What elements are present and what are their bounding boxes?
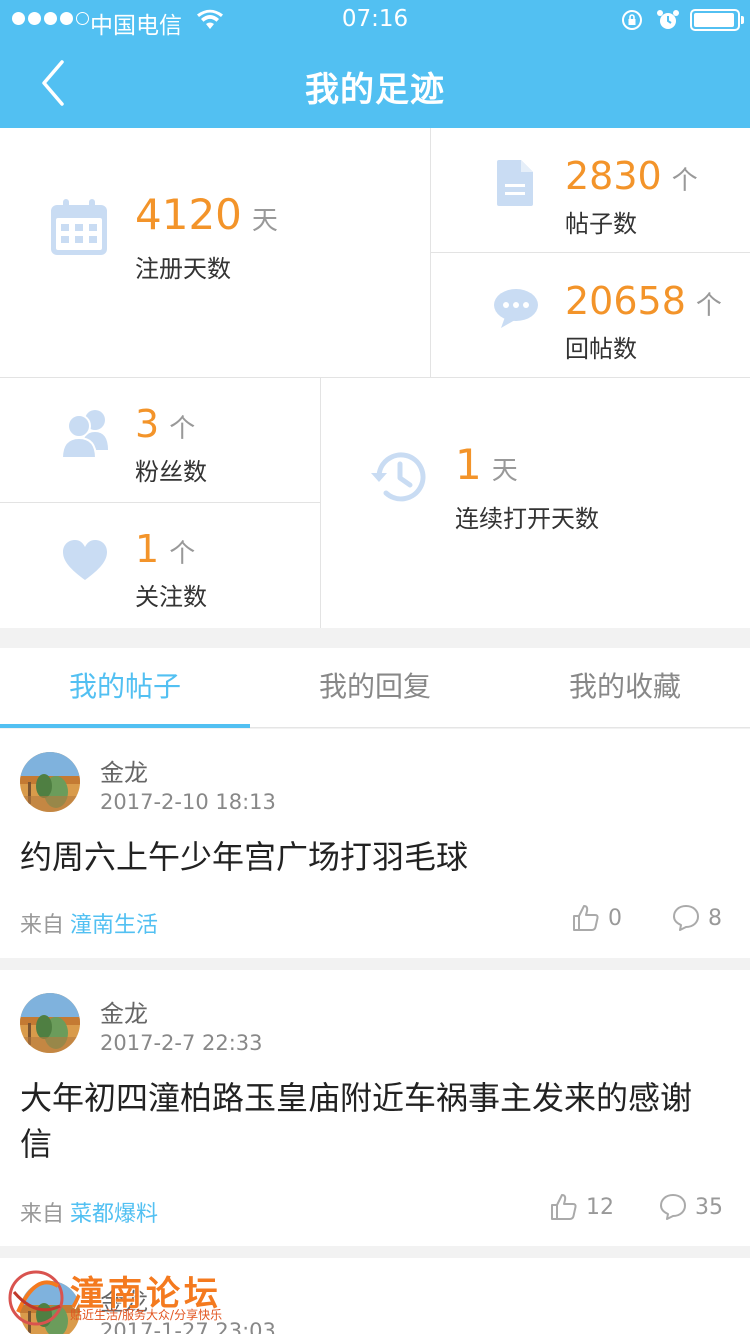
post-card[interactable]: 金龙 2017-2-10 18:13 约周六上午少年宫广场打羽毛球 来自 潼南生活…: [0, 729, 750, 958]
tab-my-favorites[interactable]: 我的收藏: [500, 648, 750, 727]
post-author: 金龙: [100, 759, 148, 787]
like-button[interactable]: 0: [572, 904, 622, 932]
following-label: 关注数: [135, 583, 207, 611]
comment-button[interactable]: 8: [672, 904, 722, 932]
post-source: 来自 潼南生活: [20, 907, 158, 939]
heart-icon: [62, 539, 108, 585]
stats-panel: 4120 天 注册天数 2830 个 帖子数 20658 个 回帖数 3个 粉丝数: [0, 128, 750, 628]
post-card[interactable]: 金龙 2017-2-7 22:33 大年初四潼柏路玉皇庙附近车祸事主发来的感谢信…: [0, 970, 750, 1246]
top-bar: 中国电信 07:16 我的足迹: [0, 0, 750, 128]
post-time: 2017-2-10 18:13: [100, 790, 276, 814]
stat-posts: 2830 个 帖子数: [431, 128, 750, 253]
page-title: 我的足迹: [305, 70, 445, 110]
alarm-icon: [656, 8, 680, 38]
battery-icon: [690, 9, 744, 31]
fans-value: 3: [135, 402, 160, 446]
stat-following: 1个 关注数: [0, 503, 321, 628]
comment-count: 35: [695, 1194, 723, 1220]
stat-fans: 3个 粉丝数: [0, 378, 321, 503]
thumbs-up-icon: [551, 1194, 577, 1220]
board-link[interactable]: 菜都爆料: [70, 1202, 158, 1227]
streak-label: 连续打开天数: [455, 505, 599, 533]
like-count: 12: [586, 1194, 614, 1220]
comment-button[interactable]: 35: [659, 1193, 723, 1221]
stat-replies: 20658 个 回帖数: [431, 253, 750, 378]
posts-unit: 个: [671, 166, 698, 196]
history-clock-icon: [369, 446, 431, 512]
avatar[interactable]: [20, 1281, 80, 1334]
register-days-label: 注册天数: [135, 255, 231, 283]
stat-streak: 1天 连续打开天数: [321, 378, 750, 628]
streak-value: 1: [455, 440, 482, 489]
post-title[interactable]: 大年初四潼柏路玉皇庙附近车祸事主发来的感谢信: [20, 1075, 720, 1167]
streak-unit: 天: [491, 456, 518, 486]
post-time: 2017-2-7 22:33: [100, 1031, 263, 1055]
document-icon: [495, 158, 535, 212]
post-source: 来自 菜都爆料: [20, 1196, 158, 1228]
tab-my-posts[interactable]: 我的帖子: [0, 648, 250, 728]
comment-icon: [660, 1194, 686, 1220]
stat-register-days: 4120 天 注册天数: [0, 128, 431, 378]
post-author: 金龙: [100, 1288, 148, 1316]
source-prefix: 来自: [20, 1202, 65, 1227]
following-unit: 个: [169, 539, 196, 569]
post-card[interactable]: 金龙 2017-1-27 23:03: [0, 1258, 750, 1334]
replies-value: 20658: [565, 279, 686, 323]
tab-bar: 我的帖子 我的回复 我的收藏: [0, 648, 750, 728]
following-value: 1: [135, 527, 160, 571]
chat-bubble-icon: [493, 287, 539, 333]
tab-my-replies[interactable]: 我的回复: [250, 648, 500, 727]
post-title[interactable]: 约周六上午少年宫广场打羽毛球: [20, 834, 720, 880]
fans-unit: 个: [169, 414, 196, 444]
comment-count: 8: [708, 905, 722, 931]
fans-label: 粉丝数: [135, 458, 207, 486]
posts-value: 2830: [565, 154, 662, 198]
avatar[interactable]: [20, 752, 80, 812]
register-days-value: 4120: [135, 190, 242, 239]
users-icon: [60, 406, 110, 462]
post-time: 2017-1-27 23:03: [100, 1319, 276, 1334]
post-author: 金龙: [100, 1000, 148, 1028]
source-prefix: 来自: [20, 913, 65, 938]
thumbs-up-icon: [573, 905, 599, 931]
rotation-lock-icon: [620, 8, 644, 38]
posts-label: 帖子数: [565, 210, 637, 238]
comment-icon: [673, 905, 699, 931]
register-days-unit: 天: [251, 206, 278, 236]
board-link[interactable]: 潼南生活: [70, 913, 158, 938]
like-button[interactable]: 12: [550, 1193, 614, 1221]
status-bar: 中国电信 07:16: [0, 0, 750, 40]
calendar-icon: [48, 196, 110, 262]
avatar[interactable]: [20, 993, 80, 1053]
replies-unit: 个: [695, 291, 722, 321]
replies-label: 回帖数: [565, 335, 637, 363]
section-divider: [0, 628, 750, 648]
like-count: 0: [608, 905, 622, 931]
